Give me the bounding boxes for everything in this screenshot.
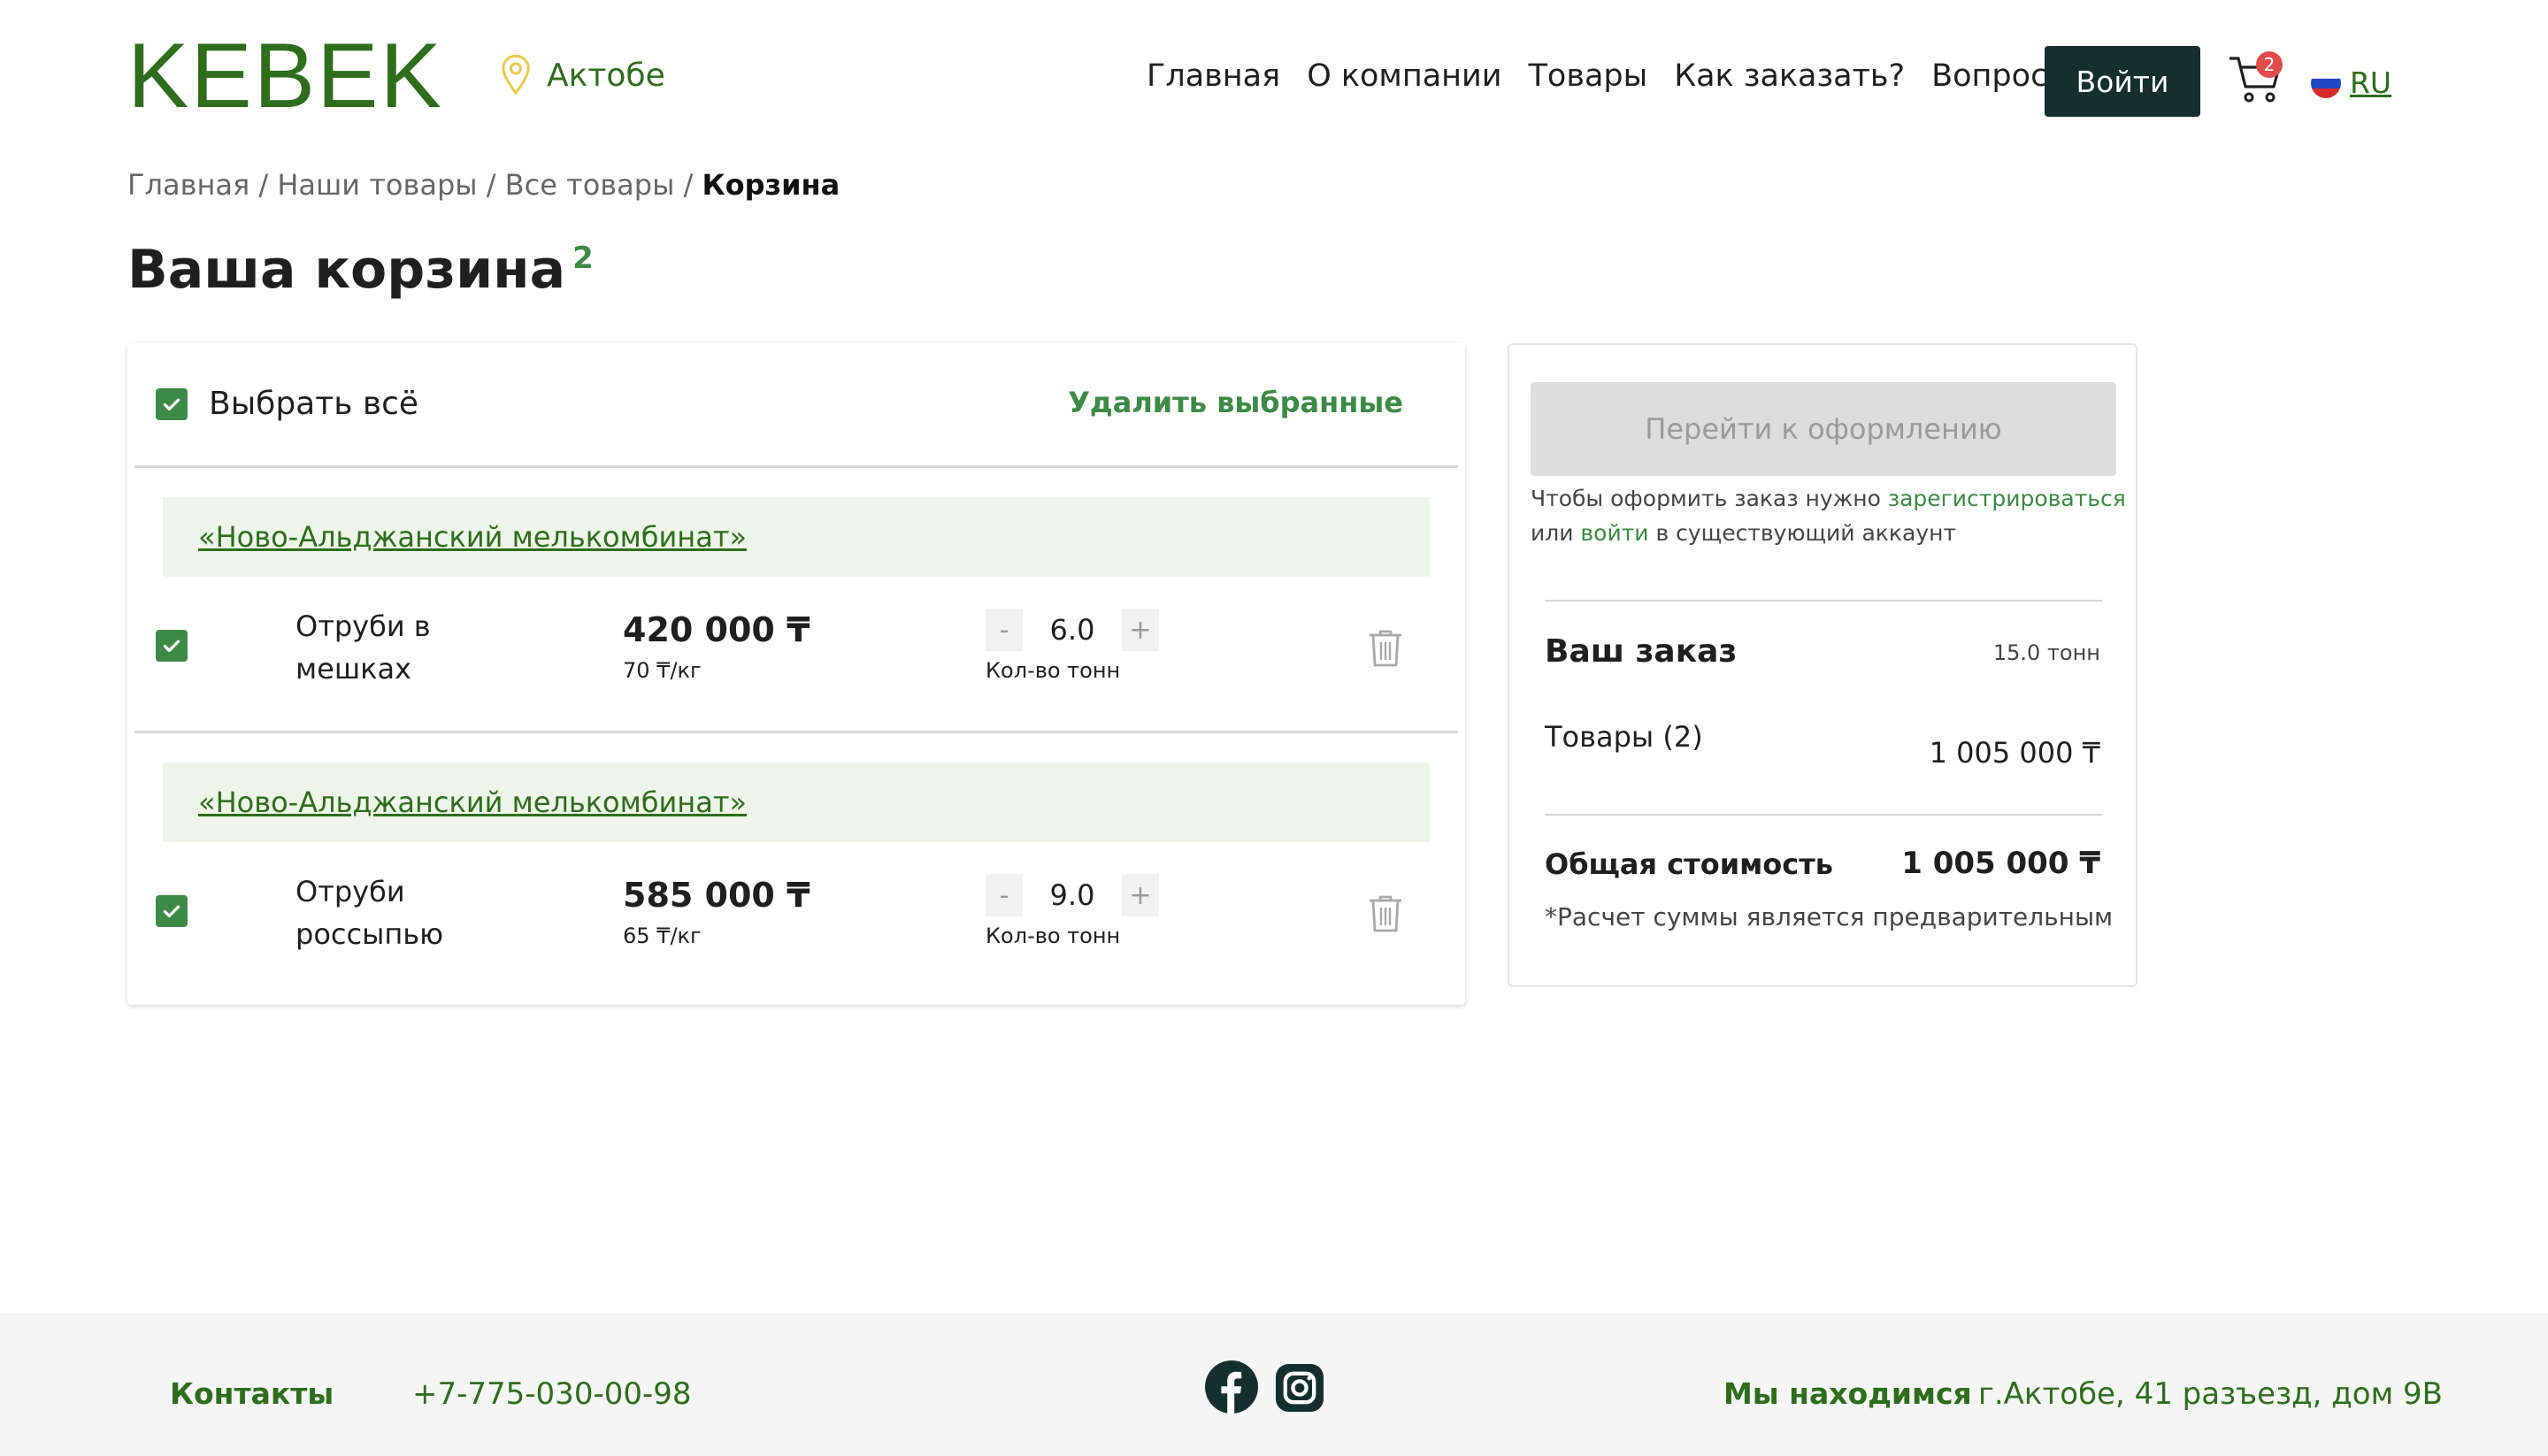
instagram-icon[interactable] <box>1276 1364 1324 1412</box>
page-title-text: Ваша корзина <box>127 239 566 301</box>
quantity-decrease-button[interactable]: - <box>986 609 1023 651</box>
nav-home[interactable]: Главная <box>1147 58 1280 94</box>
breadcrumb-separator: / <box>477 168 505 202</box>
delete-selected-button[interactable]: Удалить выбранные <box>1068 386 1403 419</box>
quantity-increase-button[interactable]: + <box>1122 874 1159 916</box>
login-link[interactable]: войти <box>1580 520 1648 546</box>
product-price: 420 000 ₸ <box>623 610 810 649</box>
trash-icon[interactable] <box>1368 893 1403 934</box>
breadcrumb-current: Корзина <box>702 168 840 202</box>
trash-icon[interactable] <box>1368 628 1403 669</box>
note-middle: или <box>1531 520 1581 546</box>
footer-address: г.Актобе, 41 разъезд, дом 9В <box>1978 1376 2444 1412</box>
breadcrumb-our-products[interactable]: Наши товары <box>277 168 477 202</box>
cart-item-count: 2 <box>572 241 594 276</box>
vendor-header: «Ново-Альджанский мелькомбинат» <box>163 762 1430 842</box>
city-selector[interactable]: Актобе <box>497 53 665 97</box>
breadcrumb-separator: / <box>249 168 278 202</box>
divider <box>134 731 1458 733</box>
checkmark-icon <box>163 905 180 918</box>
total-sum: 1 005 000 ₸ <box>1901 846 2100 881</box>
flag-ru-icon <box>2311 67 2341 98</box>
quantity-stepper: - 6.0 + <box>986 609 1159 651</box>
quantity-value[interactable]: 9.0 <box>1023 878 1122 912</box>
breadcrumb: Главная / Наши товары / Все товары / Кор… <box>127 168 840 202</box>
quantity-stepper: - 9.0 + <box>986 874 1159 916</box>
checkmark-icon <box>163 398 180 410</box>
note-prefix: Чтобы оформить заказ нужно <box>1531 486 1888 511</box>
cart-badge: 2 <box>2256 51 2283 78</box>
footer-location-label: Мы находимся <box>1723 1376 1972 1411</box>
cart-items-panel: Выбрать всё Удалить выбранные «Ново-Альд… <box>127 343 1465 1005</box>
nav-how-to-order[interactable]: Как заказать? <box>1674 58 1905 94</box>
product-name: Отруби россыпью <box>295 875 444 951</box>
order-weight: 15.0 тонн <box>1992 640 2100 665</box>
product-unit-price: 65 ₸/кг <box>623 923 702 948</box>
logo[interactable]: KEBEK <box>127 30 443 122</box>
order-title: Ваш заказ <box>1545 633 1738 670</box>
quantity-label: Кол-во тонн <box>986 923 1121 948</box>
quantity-increase-button[interactable]: + <box>1122 609 1159 651</box>
product-unit-price: 70 ₸/кг <box>623 658 702 683</box>
goods-sum: 1 005 000 ₸ <box>1929 736 2100 770</box>
quantity-decrease-button[interactable]: - <box>986 874 1023 916</box>
divider <box>134 465 1458 468</box>
divider <box>1545 600 2102 602</box>
login-button[interactable]: Войти <box>2045 46 2200 117</box>
note-suffix: в существующий аккаунт <box>1648 520 1957 546</box>
item-checkbox[interactable] <box>156 895 188 927</box>
nav-about[interactable]: О компании <box>1307 58 1501 94</box>
total-label: Общая стоимость <box>1545 847 1834 881</box>
footer-phone[interactable]: +7-775-030-00-98 <box>412 1376 692 1412</box>
vendor-header: «Ново-Альджанский мелькомбинат» <box>163 497 1430 577</box>
divider <box>1545 814 2102 816</box>
order-summary-panel: Перейти к оформлению Чтобы оформить зака… <box>1508 343 2137 987</box>
vendor-link[interactable]: «Ново-Альджанский мелькомбинат» <box>198 520 747 554</box>
nav-products[interactable]: Товары <box>1529 58 1648 94</box>
product-price: 585 000 ₸ <box>623 876 810 915</box>
select-all-label: Выбрать всё <box>209 386 419 422</box>
city-label: Актобе <box>547 57 665 94</box>
facebook-icon[interactable] <box>1205 1360 1258 1414</box>
breadcrumb-separator: / <box>674 168 702 202</box>
page-title: Ваша корзина 2 <box>127 239 594 301</box>
footer: Контакты +7-775-030-00-98 Мы находимся г… <box>0 1313 2548 1456</box>
quantity-value[interactable]: 6.0 <box>1023 613 1122 647</box>
breadcrumb-all-products[interactable]: Все товары <box>505 168 675 202</box>
product-name: Отруби в мешках <box>295 609 431 686</box>
select-all[interactable]: Выбрать всё <box>156 386 418 422</box>
language-label: RU <box>2350 65 2392 100</box>
goods-label: Товары (2) <box>1545 720 1703 754</box>
checkout-button[interactable]: Перейти к оформлению <box>1531 382 2116 476</box>
item-checkbox[interactable] <box>156 630 188 662</box>
register-link[interactable]: зарегистрироваться <box>1888 486 2126 511</box>
select-all-checkbox[interactable] <box>156 387 188 420</box>
preliminary-note: *Расчет суммы является предварительным <box>1545 902 2114 931</box>
main-nav: Главная О компании Товары Как заказать? … <box>1147 58 2072 94</box>
registration-note: Чтобы оформить заказ нужно зарегистриров… <box>1531 481 2132 550</box>
checkmark-icon <box>163 640 180 653</box>
vendor-link[interactable]: «Ново-Альджанский мелькомбинат» <box>198 785 747 819</box>
map-pin-icon <box>502 54 530 96</box>
language-selector[interactable]: RU <box>2311 65 2391 100</box>
quantity-label: Кол-во тонн <box>986 658 1121 683</box>
breadcrumb-home[interactable]: Главная <box>127 168 249 202</box>
footer-contacts-label: Контакты <box>170 1376 334 1411</box>
